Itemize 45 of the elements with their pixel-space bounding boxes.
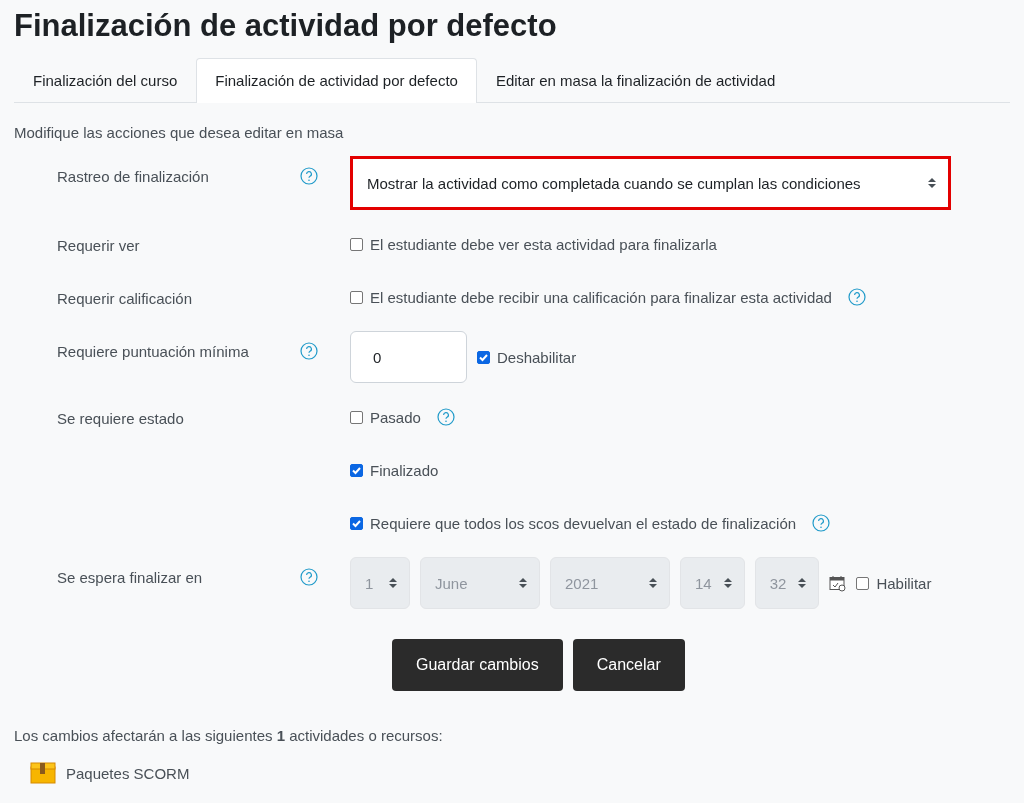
number-field[interactable]: 0 (350, 331, 467, 383)
page-title: Finalización de actividad por defecto (14, 7, 558, 45)
field-label: Se requiere estado (57, 410, 184, 427)
checkbox[interactable] (350, 516, 363, 530)
tab[interactable]: Finalización del curso (14, 58, 197, 103)
field-label: Requerir calificación (57, 290, 193, 307)
checkbox[interactable] (350, 290, 363, 304)
caret-icon (389, 577, 397, 589)
instruction-text: Modifique las acciones que desea editar en masa (14, 124, 345, 141)
checkbox-label[interactable]: El estudiante debe ver esta actividad para finalizarla (370, 235, 717, 253)
field-label: Rastreo de finalización (57, 168, 209, 185)
help-icon[interactable] (847, 288, 866, 306)
checkbox[interactable] (856, 576, 870, 590)
checkbox-label[interactable]: Pasado (370, 408, 421, 426)
caret-icon (519, 577, 527, 589)
field-label: Requiere puntuación mínima (57, 343, 249, 360)
checkbox[interactable] (350, 410, 363, 424)
checkbox[interactable] (350, 463, 363, 477)
caret-icon (928, 177, 936, 189)
dropdown[interactable]: Mostrar la actividad como completada cuando se cumplan las condiciones (350, 156, 951, 210)
checkbox-label[interactable]: El estudiante debe recibir una calificación para finalizar esta actividad (370, 288, 832, 306)
caret-icon (798, 577, 807, 589)
module-name[interactable]: Paquetes SCORM (66, 764, 190, 782)
help-icon[interactable] (300, 167, 318, 185)
tab[interactable]: Finalización de actividad por defecto (196, 58, 477, 103)
checkbox[interactable] (350, 237, 363, 251)
form-button[interactable]: Guardar cambios (392, 639, 563, 691)
checkbox-label[interactable]: Deshabilitar (497, 348, 577, 366)
caret-icon (649, 577, 657, 589)
help-icon[interactable] (300, 342, 318, 360)
field-label: Se espera finalizar en (57, 569, 203, 586)
checkbox[interactable] (477, 350, 490, 364)
checkbox-label[interactable]: Requiere que todos los scos devuelvan el estado de finalización (370, 514, 797, 532)
calendar-icon[interactable] (829, 574, 847, 592)
summary-text: Los cambios afectarán a las siguientes 1 actividades o recursos: (14, 727, 444, 744)
checkbox-label[interactable]: Habilitar (876, 574, 932, 592)
checkbox-label[interactable]: Finalizado (370, 461, 439, 479)
caret-icon (723, 577, 732, 589)
field-label: Requerir ver (57, 237, 140, 254)
help-icon[interactable] (812, 514, 831, 532)
help-icon[interactable] (436, 408, 455, 426)
form-button[interactable]: Cancelar (572, 639, 685, 691)
package-icon (30, 762, 56, 784)
help-icon[interactable] (300, 568, 318, 586)
tab[interactable]: Editar en masa la finalización de actividad (476, 58, 795, 103)
